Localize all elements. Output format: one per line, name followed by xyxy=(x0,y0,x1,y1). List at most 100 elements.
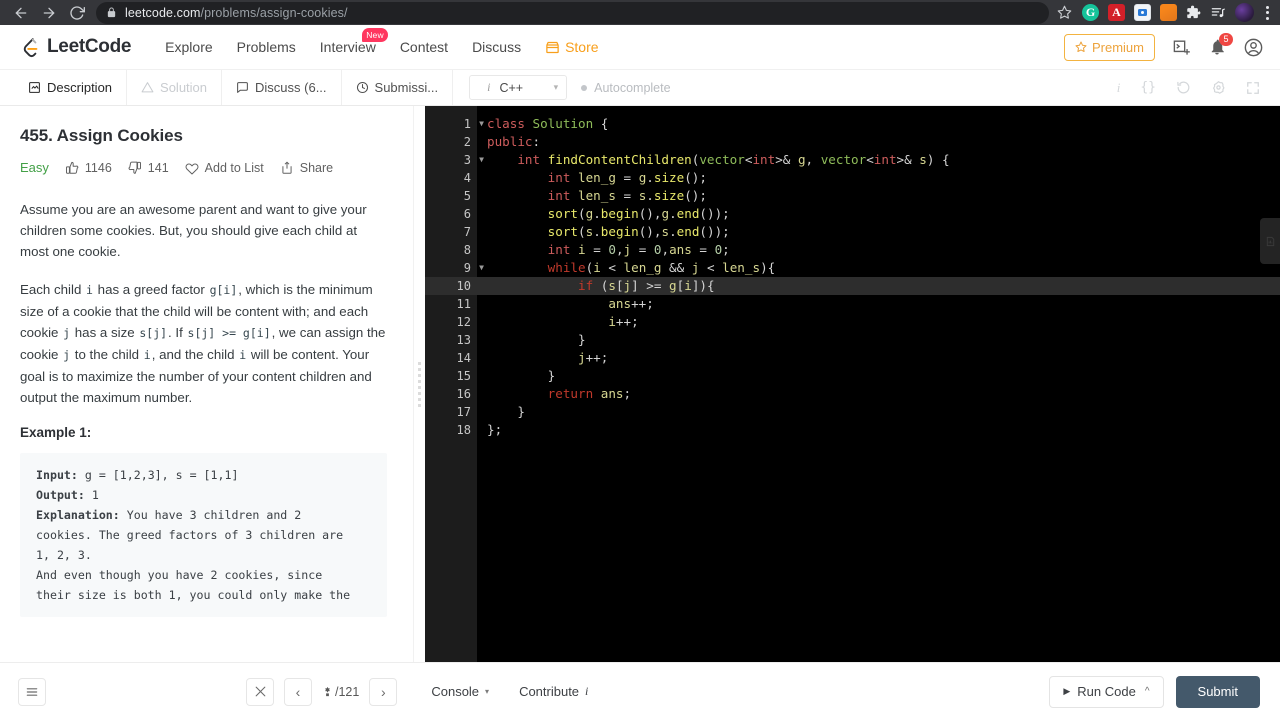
fullscreen-icon[interactable] xyxy=(1246,81,1260,95)
submit-button[interactable]: Submit xyxy=(1175,675,1260,708)
chrome-menu-kebab-icon[interactable] xyxy=(1263,5,1272,20)
panel-toggle-button[interactable] xyxy=(1260,218,1280,264)
problem-paging: ‹ /121 › xyxy=(246,677,398,706)
grammarly-extension-icon[interactable]: G xyxy=(1082,4,1099,21)
add-to-list-button[interactable]: Add to List xyxy=(185,161,264,175)
bookmark-star-icon[interactable] xyxy=(1057,5,1072,20)
like-button[interactable]: 1146 xyxy=(65,161,112,175)
prev-problem-button[interactable]: ‹ xyxy=(284,677,312,706)
nav-link-interview[interactable]: Interview New xyxy=(308,28,388,55)
tab-submissions[interactable]: Submissi... xyxy=(342,70,454,105)
code-line[interactable]: } xyxy=(477,367,1280,385)
code-line[interactable]: if (s[j] >= g[i]){ xyxy=(477,277,1280,295)
code-line[interactable]: ans++; xyxy=(477,295,1280,313)
share-button[interactable]: Share xyxy=(280,161,333,175)
code-line[interactable]: sort(g.begin(),g.end()); xyxy=(477,205,1280,223)
playground-terminal-icon[interactable] xyxy=(1172,38,1191,57)
forward-arrow-icon[interactable] xyxy=(36,2,62,24)
code-token: = xyxy=(615,188,639,203)
code-token: ans xyxy=(608,296,632,311)
code-line[interactable]: int len_g = g.size(); xyxy=(477,169,1280,187)
code-text-area[interactable]: class Solution {public: int findContentC… xyxy=(477,106,1280,662)
code-line[interactable]: sort(s.begin(),s.end()); xyxy=(477,223,1280,241)
code-token: findContentChildren xyxy=(547,152,692,167)
browser-profile-avatar[interactable] xyxy=(1235,3,1254,22)
code-line[interactable]: while(i < len_g && j < len_s){ xyxy=(477,259,1280,277)
premium-button[interactable]: Premium xyxy=(1063,33,1155,61)
chevron-down-icon: ▾ xyxy=(553,82,559,92)
pane-splitter[interactable] xyxy=(413,106,425,662)
description-pane: 455. Assign Cookies Easy 1146 141 Add to… xyxy=(0,106,413,662)
tab-submissions-label: Submissi... xyxy=(374,80,439,95)
language-select[interactable]: info-italic-icon i C++ ▾ xyxy=(469,75,568,100)
tab-solution[interactable]: Solution xyxy=(127,70,223,105)
code-token: ( xyxy=(578,224,586,239)
editor-tools: info-italic-icon i C++ ▾ Autocomplete xyxy=(453,70,671,105)
example-line: their size is both 1, you could only mak… xyxy=(36,588,351,602)
code-line[interactable]: } xyxy=(477,331,1280,349)
code-token: . xyxy=(646,170,654,185)
format-braces-icon[interactable]: {} xyxy=(1140,80,1156,95)
nav-link-explore[interactable]: Explore xyxy=(153,39,224,55)
user-avatar-icon[interactable] xyxy=(1243,37,1264,58)
line-number: 2 xyxy=(463,135,471,149)
code-line[interactable]: }; xyxy=(477,421,1280,439)
reload-icon[interactable] xyxy=(64,2,90,24)
line-number: 5 xyxy=(463,189,471,203)
code-line[interactable]: return ans; xyxy=(477,385,1280,403)
code-line[interactable]: int len_s = s.size(); xyxy=(477,187,1280,205)
code-token: Solution xyxy=(532,116,594,131)
code-token: , xyxy=(805,152,821,167)
screen-recorder-extension-icon[interactable] xyxy=(1134,4,1151,21)
autocomplete-toggle[interactable]: Autocomplete xyxy=(581,81,671,95)
problem-list-icon[interactable] xyxy=(18,677,46,706)
contribute-link[interactable]: Contribute i xyxy=(519,684,588,699)
leetcode-logo[interactable]: LeetCode xyxy=(20,36,131,58)
inline-code: j xyxy=(63,326,71,340)
heart-icon xyxy=(185,163,199,175)
nav-link-contest[interactable]: Contest xyxy=(388,39,460,55)
line-number: 10▼ xyxy=(425,277,484,295)
back-arrow-icon[interactable] xyxy=(8,2,34,24)
code-token: int xyxy=(752,152,776,167)
code-line[interactable]: public: xyxy=(477,133,1280,151)
code-token: end xyxy=(676,206,700,221)
settings-gear-icon[interactable] xyxy=(1211,80,1226,95)
run-code-button[interactable]: ▶ Run Code ^ xyxy=(1049,675,1164,708)
code-line[interactable]: int i = 0,j = 0,ans = 0; xyxy=(477,241,1280,259)
play-icon: ▶ xyxy=(1063,686,1071,696)
description-paragraph: Assume you are an awesome parent and wan… xyxy=(20,202,367,259)
inline-code: i xyxy=(86,283,93,297)
code-token: } xyxy=(487,404,525,419)
console-toggle[interactable]: Console ▾ xyxy=(431,684,489,699)
splitter-grip-icon xyxy=(418,361,421,407)
playlist-icon[interactable] xyxy=(1210,5,1226,20)
extensions-puzzle-icon[interactable] xyxy=(1186,5,1201,20)
code-token: (), xyxy=(638,224,662,239)
code-token: len_s xyxy=(722,260,761,275)
tab-description[interactable]: Description xyxy=(14,70,128,105)
next-problem-button[interactable]: › xyxy=(369,677,398,706)
code-line[interactable]: j++; xyxy=(477,349,1280,367)
metamask-extension-icon[interactable] xyxy=(1160,4,1177,21)
code-editor[interactable]: 1▼ 2 3▼ 4 5 6 7 8 9▼ 10▼ 11 12 13 14 15 16 17 18 class So… xyxy=(425,106,1280,662)
info-icon[interactable]: i xyxy=(1117,80,1121,96)
code-line[interactable]: class Solution { xyxy=(477,115,1280,133)
code-line[interactable]: int findContentChildren(vector<int>& g, … xyxy=(477,151,1280,169)
line-number: 4 xyxy=(463,171,471,185)
nav-link-discuss[interactable]: Discuss xyxy=(460,39,533,55)
bell-icon[interactable]: 5 xyxy=(1208,33,1233,56)
language-info-glyph: i xyxy=(487,80,491,94)
code-line[interactable]: i++; xyxy=(477,313,1280,331)
nav-link-problems[interactable]: Problems xyxy=(225,39,308,55)
code-line[interactable]: } xyxy=(477,403,1280,421)
shuffle-icon[interactable] xyxy=(246,677,274,706)
line-number: 9 ▼ xyxy=(463,261,484,275)
url-path: /problems/assign-cookies/ xyxy=(200,5,348,20)
nav-link-store[interactable]: Store xyxy=(533,39,610,55)
adobe-acrobat-extension-icon[interactable]: A xyxy=(1108,4,1125,21)
dislike-button[interactable]: 141 xyxy=(128,161,169,175)
address-bar[interactable]: leetcode.com/problems/assign-cookies/ xyxy=(96,1,1049,24)
reset-code-icon[interactable] xyxy=(1176,80,1191,95)
tab-discuss[interactable]: Discuss (6... xyxy=(222,70,342,105)
